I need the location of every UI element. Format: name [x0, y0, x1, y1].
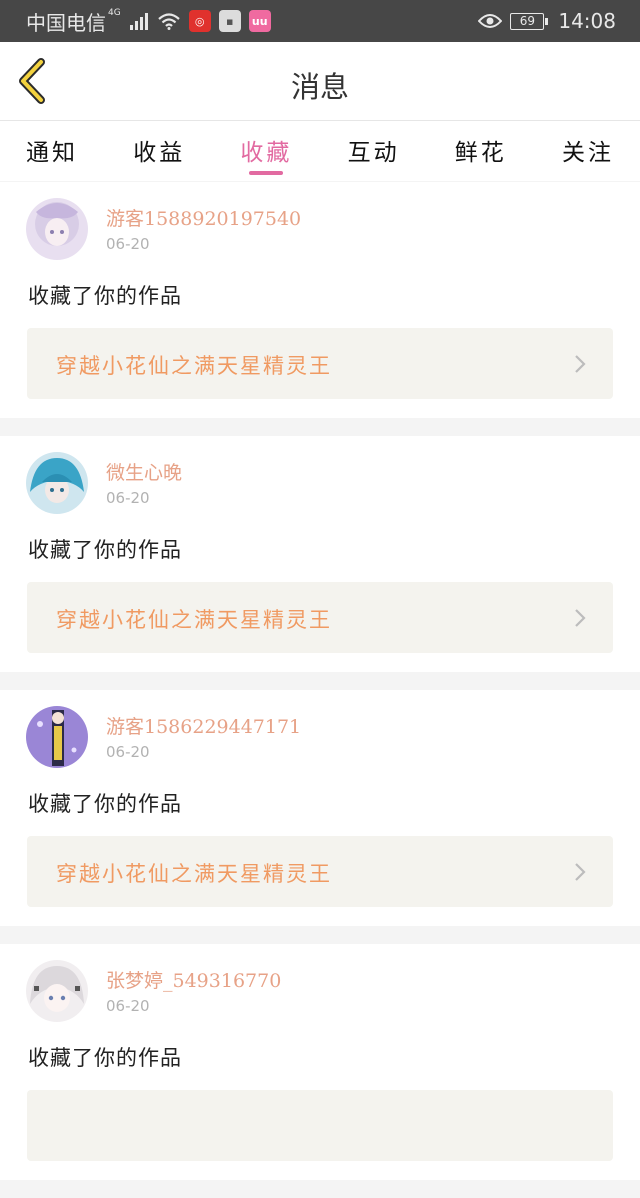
- notification-card: 微生心晚 06-20 收藏了你的作品 穿越小花仙之满天星精灵王: [0, 436, 640, 672]
- notification-card: 游客1588920197540 06-20 收藏了你的作品 穿越小花仙之满天星精…: [0, 182, 640, 418]
- network-type: 4G: [108, 8, 121, 18]
- username[interactable]: 游客1588920197540: [106, 204, 301, 231]
- tab-interactions[interactable]: 互动: [348, 121, 400, 181]
- tab-follows[interactable]: 关注: [562, 121, 614, 181]
- work-link[interactable]: 穿越小花仙之满天星精灵王: [27, 836, 613, 907]
- battery-icon: 69: [510, 12, 549, 30]
- tab-bar: 通知 收益 收藏 互动 鲜花 关注: [0, 121, 640, 181]
- tab-notifications[interactable]: 通知: [26, 121, 78, 181]
- notification-card: 张梦婷_549316770 06-20 收藏了你的作品: [0, 944, 640, 1180]
- tab-label: 通知: [26, 140, 78, 166]
- chevron-right-icon: [575, 355, 586, 373]
- carrier-name: 中国电信: [26, 10, 106, 35]
- notification-action: 收藏了你的作品: [28, 792, 182, 816]
- chevron-right-icon: [575, 609, 586, 627]
- wifi-icon: [157, 13, 180, 30]
- work-title: 穿越小花仙之满天星精灵王: [56, 862, 332, 886]
- notification-card: 游客1586229447171 06-20 收藏了你的作品 穿越小花仙之满天星精…: [0, 690, 640, 926]
- username[interactable]: 游客1586229447171: [106, 712, 301, 739]
- battery-level: 69: [519, 14, 535, 28]
- notification-action: 收藏了你的作品: [28, 538, 182, 562]
- hao123-icon: ▪: [218, 10, 241, 32]
- tab-favorites[interactable]: 收藏: [240, 121, 292, 181]
- notification-date: 06-20: [106, 743, 150, 761]
- status-bar: 中国电信 4G ◎ ▪ uu 69 14:08: [0, 0, 640, 42]
- tab-label: 互动: [347, 140, 400, 166]
- signal-icon: [129, 13, 148, 30]
- notification-action: 收藏了你的作品: [28, 284, 182, 308]
- work-title: 穿越小花仙之满天星精灵王: [56, 608, 332, 632]
- tab-label: 收益: [133, 140, 186, 166]
- avatar[interactable]: [26, 706, 88, 768]
- tab-label: 收藏: [240, 140, 293, 166]
- eye-icon: [478, 14, 503, 28]
- active-tab-indicator: [249, 171, 284, 175]
- work-link[interactable]: [27, 1090, 613, 1161]
- notification-date: 06-20: [106, 997, 150, 1015]
- clock: 14:08: [558, 9, 616, 33]
- username[interactable]: 微生心晚: [106, 458, 182, 485]
- tab-label: 鲜花: [454, 140, 507, 166]
- chevron-right-icon: [575, 863, 586, 881]
- tab-label: 关注: [561, 140, 614, 166]
- top-bar: 消息: [0, 42, 640, 121]
- avatar[interactable]: [26, 452, 88, 514]
- tab-earnings[interactable]: 收益: [133, 121, 185, 181]
- tab-flowers[interactable]: 鲜花: [455, 121, 507, 181]
- uu-icon: uu: [248, 10, 271, 32]
- notification-date: 06-20: [106, 235, 150, 253]
- work-title: 穿越小花仙之满天星精灵王: [56, 354, 332, 378]
- avatar[interactable]: [26, 960, 88, 1022]
- work-link[interactable]: 穿越小花仙之满天星精灵王: [27, 328, 613, 399]
- avatar[interactable]: [26, 198, 88, 260]
- netease-icon: ◎: [188, 10, 211, 32]
- work-link[interactable]: 穿越小花仙之满天星精灵王: [27, 582, 613, 653]
- notification-date: 06-20: [106, 489, 150, 507]
- page-title: 消息: [290, 70, 349, 104]
- username[interactable]: 张梦婷_549316770: [106, 966, 281, 993]
- notification-action: 收藏了你的作品: [28, 1046, 182, 1070]
- notification-list: 游客1588920197540 06-20 收藏了你的作品 穿越小花仙之满天星精…: [0, 182, 640, 1198]
